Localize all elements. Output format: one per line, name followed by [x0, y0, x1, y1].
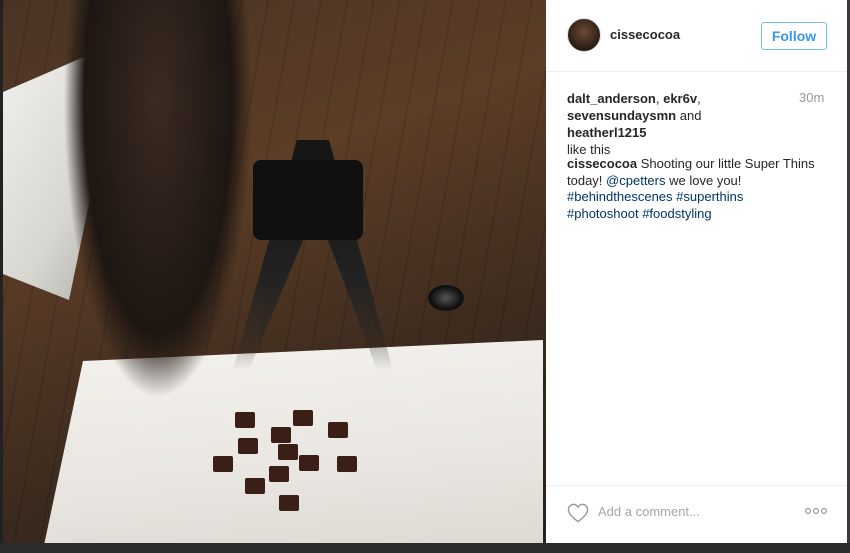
- follow-button[interactable]: Follow: [761, 22, 827, 50]
- hashtag-link[interactable]: #superthins: [676, 189, 743, 204]
- chocolate-piece: [328, 422, 348, 438]
- camera-body: [253, 160, 363, 240]
- chocolate-piece: [271, 427, 291, 443]
- hashtag-link[interactable]: #foodstyling: [642, 206, 711, 221]
- post-timestamp[interactable]: 30m: [799, 90, 824, 105]
- caption-text: we love you!: [669, 172, 742, 188]
- more-options-icon[interactable]: [804, 504, 828, 518]
- caption-mention[interactable]: @cpetters: [606, 173, 665, 188]
- post-details-panel: cissecocoa Follow dalt_anderson, ekr6v, …: [546, 0, 847, 543]
- chocolate-piece: [213, 456, 233, 472]
- caption-username[interactable]: cissecocoa: [567, 156, 637, 171]
- likes-suffix: like this: [567, 142, 611, 157]
- avatar[interactable]: [567, 18, 601, 52]
- chocolate-piece: [279, 495, 299, 511]
- post-caption: cissecocoa Shooting our little Super Thi…: [567, 156, 827, 222]
- liker-name[interactable]: ekr6v: [663, 91, 697, 106]
- chocolate-piece: [293, 410, 313, 426]
- chocolate-piece: [269, 466, 289, 482]
- liker-name[interactable]: dalt_anderson: [567, 91, 656, 106]
- chocolate-piece: [238, 438, 258, 454]
- chocolate-piece: [245, 478, 265, 494]
- post-username[interactable]: cissecocoa: [610, 27, 680, 42]
- chocolate-piece: [278, 444, 298, 460]
- photographer-figure: [63, 0, 253, 400]
- chocolate-piece: [337, 456, 357, 472]
- liker-name[interactable]: heatherl1215: [567, 125, 647, 140]
- chocolate-piece: [235, 412, 255, 428]
- hashtag-link[interactable]: #photoshoot: [567, 206, 639, 221]
- likes-summary: dalt_anderson, ekr6v, sevensundaysmn and…: [567, 91, 702, 157]
- background-strip: [0, 543, 850, 553]
- post-footer: Add a comment...: [546, 485, 847, 543]
- comment-input[interactable]: Add a comment...: [598, 504, 700, 519]
- post-photo[interactable]: [3, 0, 546, 543]
- liker-name[interactable]: sevensundaysmn: [567, 108, 676, 123]
- heart-icon[interactable]: [567, 503, 589, 523]
- likes-and: and: [679, 108, 702, 123]
- chocolate-piece: [299, 455, 319, 471]
- hashtag-link[interactable]: #behindthescenes: [567, 189, 673, 204]
- post-header: cissecocoa Follow: [546, 0, 847, 72]
- tape-roll: [428, 285, 464, 311]
- post-modal: cissecocoa Follow dalt_anderson, ekr6v, …: [0, 0, 850, 553]
